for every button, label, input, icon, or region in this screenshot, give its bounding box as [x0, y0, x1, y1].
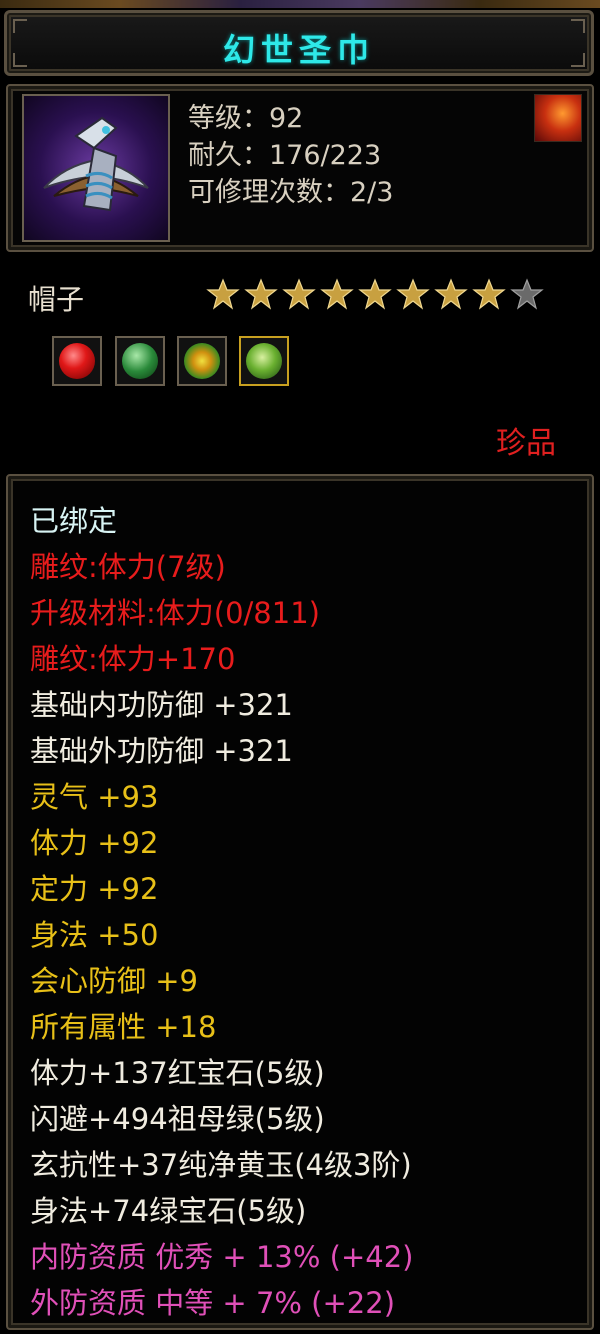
filled-star-icon	[472, 278, 506, 310]
filled-star-icon	[282, 278, 316, 310]
attribute-line: 基础外功防御 +321	[30, 734, 293, 768]
filled-star-icon	[434, 278, 468, 310]
top-decorative-strip	[0, 0, 600, 8]
green-emerald-gem-icon[interactable]	[239, 336, 289, 386]
filled-star-icon	[206, 278, 240, 310]
level-stat: 等级：92	[188, 103, 304, 134]
attribute-line: 体力 +92	[30, 826, 159, 860]
flame-skill-icon[interactable]	[534, 94, 582, 142]
attribute-line: 所有属性 +18	[30, 1010, 217, 1044]
title-bar: 幻世圣巾	[4, 10, 594, 76]
attribute-line: 会心防御 +9	[30, 964, 198, 998]
attribute-line: 基础内功防御 +321	[30, 688, 293, 722]
gem-stone	[246, 343, 282, 379]
attribute-line: 内防资质 优秀 + 13% (+42)	[30, 1240, 414, 1274]
attribute-line: 定力 +92	[30, 872, 159, 906]
filled-star-icon	[396, 278, 430, 310]
attribute-line: 身法 +50	[30, 918, 159, 952]
attribute-line: 闪避+494祖母绿(5级)	[30, 1102, 325, 1136]
filled-star-icon	[244, 278, 278, 310]
durability-stat: 耐久：176/223	[188, 140, 382, 171]
item-icon-frame[interactable]	[22, 94, 170, 242]
headband-item-icon	[43, 116, 149, 212]
attribute-line: 体力+137红宝石(5级)	[30, 1056, 325, 1090]
item-title: 幻世圣巾	[222, 31, 375, 69]
attribute-line: 已绑定	[30, 504, 118, 538]
green-jade-ring-gem-icon[interactable]	[115, 336, 165, 386]
gem-stone	[59, 343, 95, 379]
rarity-label: 珍品	[496, 426, 556, 461]
attribute-line: 身法+74绿宝石(5级)	[30, 1194, 307, 1228]
item-type-label: 帽子	[28, 283, 85, 316]
yellow-jade-gem-icon[interactable]	[177, 336, 227, 386]
attribute-line: 灵气 +93	[30, 780, 159, 814]
item-header-panel: 等级：92 耐久：176/223 可修理次数：2/3	[6, 84, 594, 252]
filled-star-icon	[320, 278, 354, 310]
red-ruby-gem-icon[interactable]	[52, 336, 102, 386]
attribute-line: 外防资质 中等 + 7% (+22)	[30, 1286, 396, 1320]
attribute-line: 升级材料:体力(0/811)	[30, 596, 320, 630]
gem-stone	[184, 343, 220, 379]
star-rating	[205, 277, 545, 311]
attributes-panel: 已绑定雕纹:体力(7级) 升级材料:体力(0/811) 雕纹:体力+170 基础内功防…	[6, 474, 594, 1330]
repair-count-stat: 可修理次数：2/3	[188, 177, 394, 208]
attribute-line: 玄抗性+37纯净黄玉(4级3阶)	[30, 1148, 412, 1182]
attribute-list: 已绑定雕纹:体力(7级) 升级材料:体力(0/811) 雕纹:体力+170 基础内功防…	[30, 498, 413, 1326]
empty-star-icon	[510, 278, 544, 310]
attribute-line: 雕纹:体力+170	[30, 642, 236, 676]
attribute-line: 雕纹:体力(7级)	[30, 550, 226, 584]
filled-star-icon	[358, 278, 392, 310]
gem-stone	[122, 343, 158, 379]
